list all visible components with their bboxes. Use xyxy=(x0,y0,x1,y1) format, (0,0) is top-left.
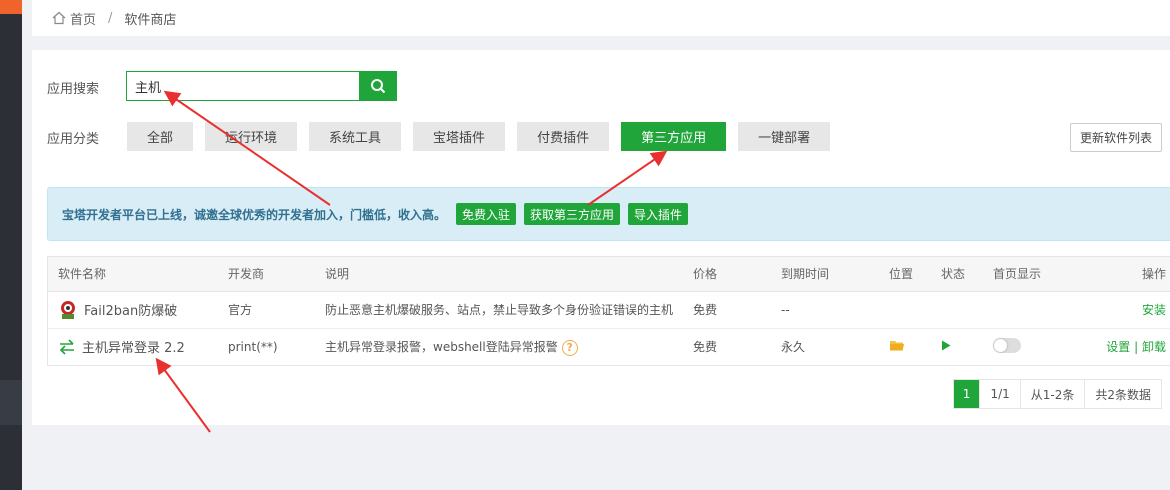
cell-location xyxy=(879,291,932,329)
homepage-display-toggle[interactable] xyxy=(993,337,1022,353)
table-header-row: 软件名称 开发商 说明 价格 到期时间 位置 状态 首页显示 操作 xyxy=(48,257,1170,292)
software-store-panel: 应用搜索 应用分类 全部 运行环境 系统工具 宝塔插件 付费插件 第三方应用 一… xyxy=(32,50,1170,425)
free-join-button[interactable]: 免费入驻 xyxy=(456,203,517,225)
cell-developer: print(**) xyxy=(228,339,278,354)
cell-price: 免费 xyxy=(693,340,718,355)
breadcrumb-current: 软件商店 xyxy=(124,12,177,28)
page-range: 从1-2条 xyxy=(1019,380,1085,408)
search-input[interactable] xyxy=(126,71,359,101)
breadcrumb-home[interactable]: 首页 xyxy=(70,9,96,28)
category-all[interactable]: 全部 xyxy=(127,122,194,151)
settings-link[interactable]: 设置 xyxy=(1106,340,1130,354)
software-table: 软件名称 开发商 说明 价格 到期时间 位置 状态 首页显示 操作 Fail2b… xyxy=(47,256,1170,366)
install-link[interactable]: 安装 xyxy=(1142,303,1166,317)
cell-developer: 官方 xyxy=(218,291,315,329)
category-system-tools[interactable]: 系统工具 xyxy=(309,122,402,151)
page-total: 共2条数据 xyxy=(1084,380,1161,408)
pagination: 1 1/1 从1-2条 共2条数据 xyxy=(952,379,1162,409)
action-separator: | xyxy=(1134,340,1139,355)
cell-description: 主机异常登录报警，webshell登陆异常报警? xyxy=(315,328,683,365)
sidebar-accent xyxy=(0,0,22,14)
search-bar xyxy=(126,71,397,101)
developer-notice: 宝塔开发者平台已上线，诚邀全球优秀的开发者加入，门槛低，收入高。 免费入驻 获取… xyxy=(47,187,1170,241)
sidebar xyxy=(0,0,22,490)
category-paid-plugins[interactable]: 付费插件 xyxy=(517,122,610,151)
play-icon[interactable] xyxy=(941,340,951,351)
cell-description: 防止恶意主机爆破服务、站点，禁止导致多个身份验证错误的主机 xyxy=(315,291,684,329)
cell-location xyxy=(879,328,931,365)
get-third-party-button[interactable]: 获取第三方应用 xyxy=(524,203,621,225)
uninstall-link[interactable]: 卸载 xyxy=(1142,340,1166,354)
cell-homepage-display xyxy=(983,291,1074,329)
swap-arrows-icon xyxy=(59,339,74,355)
fail2ban-icon xyxy=(61,300,75,319)
category-tabs: 全部 运行环境 系统工具 宝塔插件 付费插件 第三方应用 一键部署 xyxy=(127,122,842,151)
header-location: 位置 xyxy=(879,257,932,292)
table-row: 主机异常登录 2.2 print(**) 主机异常登录报警，webshell登陆… xyxy=(48,328,1170,365)
breadcrumb-separator: / xyxy=(108,10,113,26)
help-icon[interactable]: ? xyxy=(561,339,578,356)
header-expiry: 到期时间 xyxy=(771,257,880,292)
search-button[interactable] xyxy=(359,71,397,101)
search-label: 应用搜索 xyxy=(47,82,100,97)
category-one-click-deploy[interactable]: 一键部署 xyxy=(738,122,831,151)
header-status: 状态 xyxy=(931,257,984,292)
page-count: 1/1 xyxy=(979,380,1020,408)
software-name: Fail2ban防爆破 xyxy=(84,304,178,319)
breadcrumb: 首页 / 软件商店 xyxy=(32,0,1170,36)
import-plugin-button[interactable]: 导入插件 xyxy=(628,203,689,225)
header-developer: 开发商 xyxy=(218,257,315,292)
home-icon xyxy=(52,11,66,25)
category-label: 应用分类 xyxy=(47,132,100,147)
header-price: 价格 xyxy=(683,257,772,292)
cell-name: 主机异常登录 2.2 xyxy=(48,328,218,365)
page-current[interactable]: 1 xyxy=(953,380,980,408)
header-name: 软件名称 xyxy=(48,257,218,292)
sidebar-band xyxy=(0,380,22,425)
category-bt-plugins[interactable]: 宝塔插件 xyxy=(413,122,506,151)
header-actions: 操作 xyxy=(1073,257,1170,292)
software-name: 主机异常登录 2.2 xyxy=(82,341,185,357)
table-row: Fail2ban防爆破 官方 防止恶意主机爆破服务、站点，禁止导致多个身份验证错… xyxy=(48,291,1170,329)
header-homepage-display: 首页显示 xyxy=(983,257,1074,292)
category-runtime[interactable]: 运行环境 xyxy=(205,122,298,151)
cell-expiry: -- xyxy=(771,291,880,329)
cell-price: 免费 xyxy=(683,291,772,329)
cell-status xyxy=(931,291,984,329)
cell-status xyxy=(931,328,983,365)
header-description: 说明 xyxy=(315,257,684,292)
category-third-party[interactable]: 第三方应用 xyxy=(621,122,727,151)
notice-text: 宝塔开发者平台已上线，诚邀全球优秀的开发者加入，门槛低，收入高。 xyxy=(62,207,447,222)
cell-name: Fail2ban防爆破 xyxy=(48,291,218,329)
refresh-software-list-button[interactable]: 更新软件列表 xyxy=(1069,123,1162,152)
description-text: 主机异常登录报警，webshell登陆异常报警 xyxy=(325,340,558,354)
cell-actions: 设置 | 卸载 xyxy=(1073,328,1170,365)
folder-icon[interactable] xyxy=(889,339,905,352)
cell-homepage-display xyxy=(983,328,1073,365)
cell-expiry: 永久 xyxy=(781,340,806,355)
cell-actions: 安装 xyxy=(1073,291,1170,329)
search-icon xyxy=(371,79,386,94)
